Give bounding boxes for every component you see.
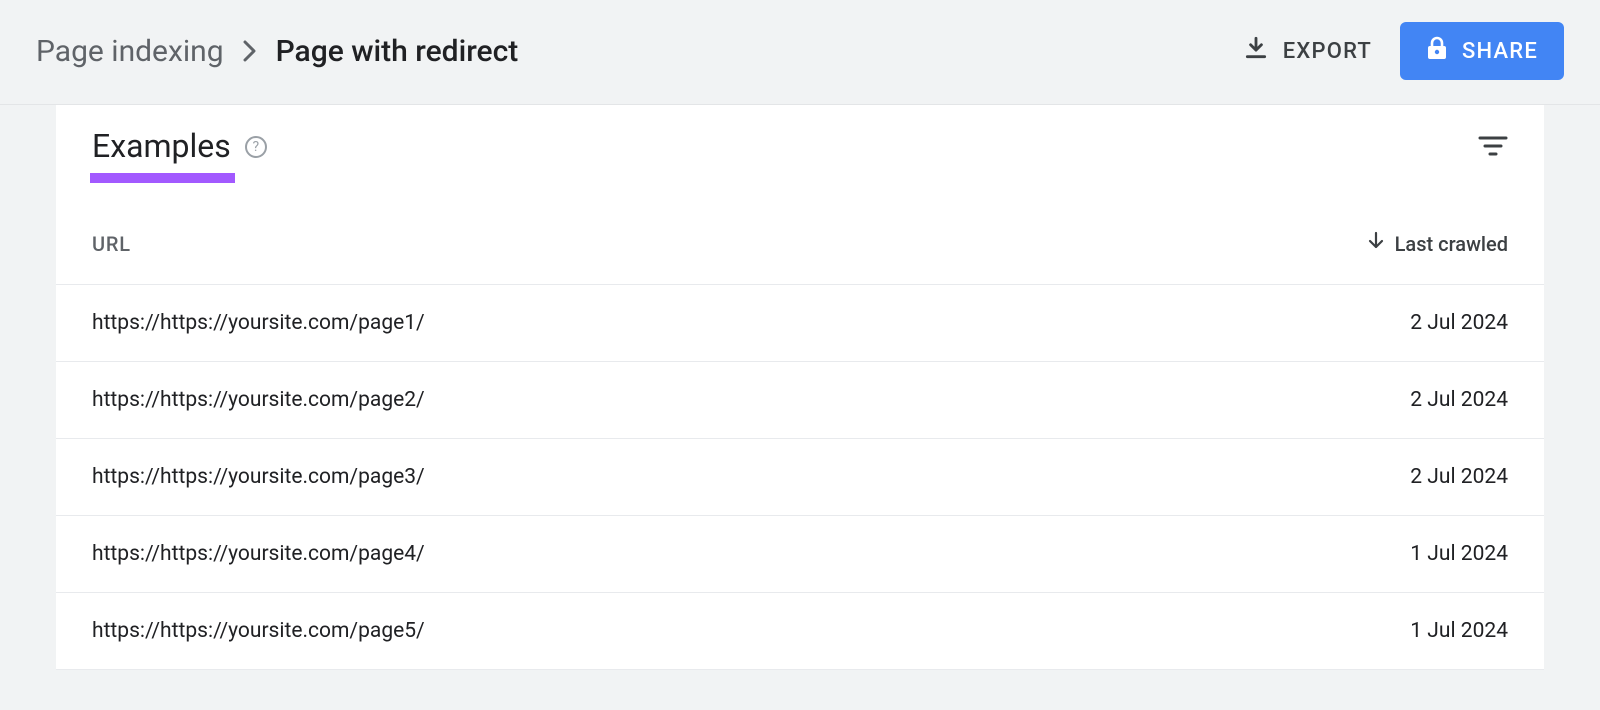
export-button[interactable]: EXPORT — [1243, 35, 1372, 67]
row-last-crawled: 2 Jul 2024 — [1410, 388, 1508, 412]
row-last-crawled: 2 Jul 2024 — [1410, 311, 1508, 335]
examples-panel: Examples ? URL Last crawled https://http… — [56, 105, 1544, 670]
help-icon[interactable]: ? — [245, 136, 267, 158]
export-label: EXPORT — [1283, 39, 1372, 64]
table-row[interactable]: https://https://yoursite.com/page5/1 Jul… — [56, 593, 1544, 670]
row-last-crawled: 1 Jul 2024 — [1410, 619, 1508, 643]
row-url: https://https://yoursite.com/page2/ — [92, 388, 1410, 412]
table-row[interactable]: https://https://yoursite.com/page3/2 Jul… — [56, 439, 1544, 516]
breadcrumb: Page indexing Page with redirect — [36, 34, 518, 69]
row-url: https://https://yoursite.com/page1/ — [92, 311, 1410, 335]
panel-title-text: Examples — [92, 127, 231, 165]
table-body: https://https://yoursite.com/page1/2 Jul… — [56, 285, 1544, 670]
lock-icon — [1426, 36, 1448, 66]
chevron-right-icon — [242, 39, 258, 63]
breadcrumb-current: Page with redirect — [276, 34, 519, 69]
row-url: https://https://yoursite.com/page5/ — [92, 619, 1410, 643]
panel-header: Examples ? — [56, 105, 1544, 231]
panel-title-wrap: Examples ? — [92, 127, 267, 165]
share-label: SHARE — [1462, 39, 1538, 64]
examples-table: URL Last crawled https://https://yoursit… — [56, 231, 1544, 670]
row-url: https://https://yoursite.com/page3/ — [92, 465, 1410, 489]
row-last-crawled: 2 Jul 2024 — [1410, 465, 1508, 489]
filter-button[interactable] — [1478, 134, 1508, 158]
sort-descending-icon — [1367, 231, 1385, 256]
header-actions: EXPORT SHARE — [1243, 22, 1564, 80]
column-last-crawled-label: Last crawled — [1395, 232, 1508, 256]
share-button[interactable]: SHARE — [1400, 22, 1564, 80]
table-row[interactable]: https://https://yoursite.com/page1/2 Jul… — [56, 285, 1544, 362]
table-header: URL Last crawled — [56, 231, 1544, 285]
table-row[interactable]: https://https://yoursite.com/page2/2 Jul… — [56, 362, 1544, 439]
download-icon — [1243, 35, 1269, 67]
column-url[interactable]: URL — [92, 232, 1367, 256]
row-last-crawled: 1 Jul 2024 — [1410, 542, 1508, 566]
column-last-crawled[interactable]: Last crawled — [1367, 231, 1508, 256]
topbar: Page indexing Page with redirect EXPORT … — [0, 0, 1600, 105]
row-url: https://https://yoursite.com/page4/ — [92, 542, 1410, 566]
title-underline-accent — [90, 173, 235, 183]
panel-title: Examples — [92, 127, 231, 165]
table-row[interactable]: https://https://yoursite.com/page4/1 Jul… — [56, 516, 1544, 593]
breadcrumb-parent[interactable]: Page indexing — [36, 34, 224, 69]
